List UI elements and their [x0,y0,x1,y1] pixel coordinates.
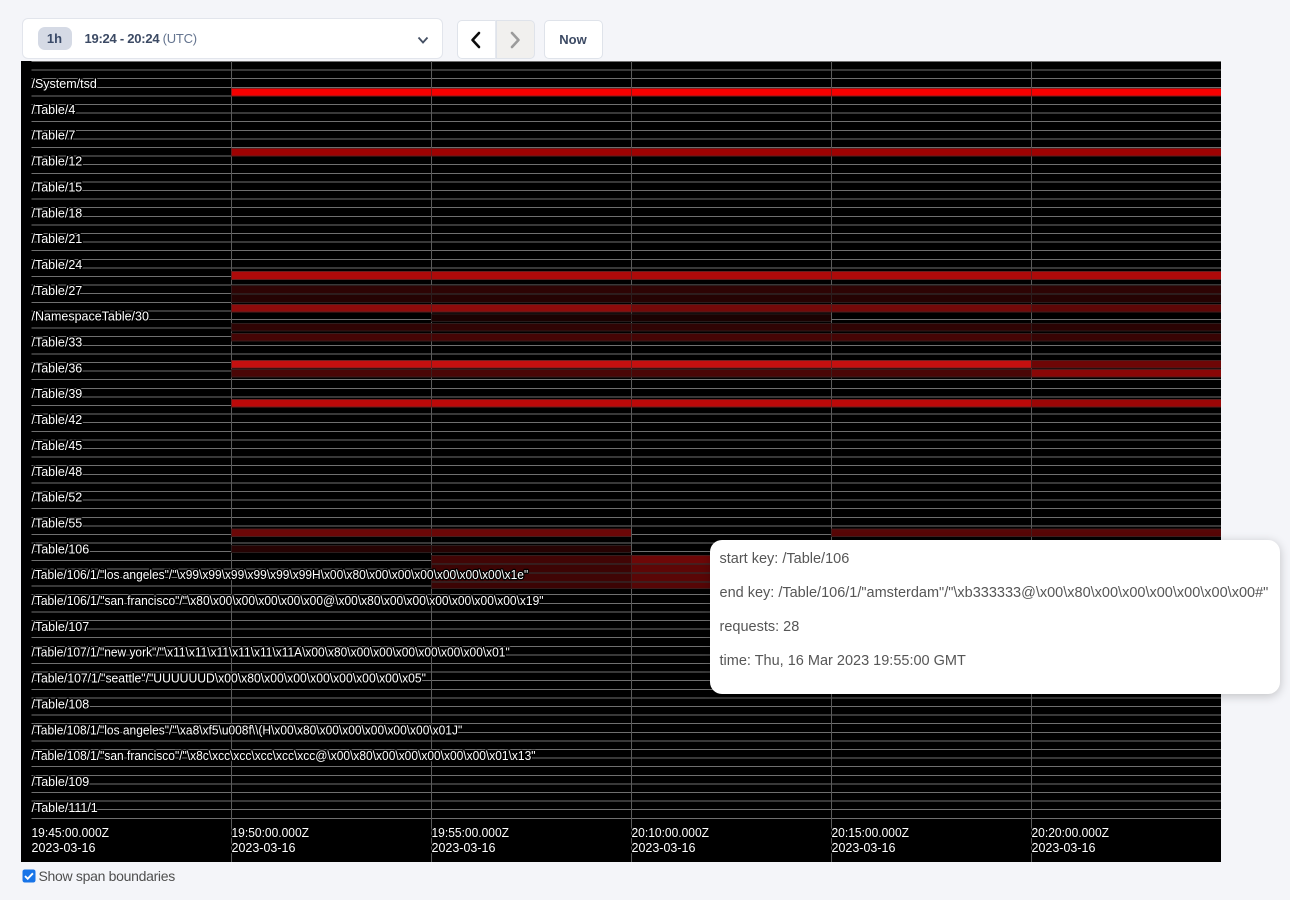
svg-text:19:45:00.000Z: 19:45:00.000Z [32,826,110,840]
svg-text:/Table/48: /Table/48 [32,464,83,478]
svg-text:2023-03-16: 2023-03-16 [832,841,896,855]
svg-text:/Table/107/1/"seattle"/"UUUUUU: /Table/107/1/"seattle"/"UUUUUUD\x00\x80\… [32,671,427,685]
svg-text:/NamespaceTable/30: /NamespaceTable/30 [32,309,149,323]
svg-text:2023-03-16: 2023-03-16 [632,841,696,855]
svg-text:2023-03-16: 2023-03-16 [32,841,96,855]
svg-text:/Table/106/1/"los angeles"/"\x: /Table/106/1/"los angeles"/"\x99\x99\x99… [32,568,529,582]
svg-text:/Table/24: /Table/24 [32,257,83,271]
svg-text:2023-03-16: 2023-03-16 [1032,841,1096,855]
svg-text:19:50:00.000Z: 19:50:00.000Z [232,826,310,840]
svg-text:/Table/108/1/"los angeles"/"\x: /Table/108/1/"los angeles"/"\xa8\xf5\u00… [32,723,463,737]
svg-text:/Table/111/1: /Table/111/1 [32,800,98,814]
svg-text:/Table/45: /Table/45 [32,438,83,452]
svg-text:/Table/55: /Table/55 [32,516,83,530]
svg-text:/Table/108/1/"san francisco"/": /Table/108/1/"san francisco"/"\x8c\xcc\x… [32,749,536,763]
svg-text:/Table/27: /Table/27 [32,283,83,297]
svg-text:/Table/18: /Table/18 [32,206,83,220]
svg-text:/Table/36: /Table/36 [32,361,83,375]
svg-text:/Table/107: /Table/107 [32,619,90,633]
svg-text:20:10:00.000Z: 20:10:00.000Z [632,826,710,840]
svg-text:/Table/109: /Table/109 [32,774,90,788]
svg-text:/Table/33: /Table/33 [32,335,83,349]
svg-text:/Table/108: /Table/108 [32,697,90,711]
svg-text:19:55:00.000Z: 19:55:00.000Z [432,826,510,840]
svg-text:/Table/39: /Table/39 [32,387,83,401]
svg-text:/Table/21: /Table/21 [32,232,83,246]
svg-text:/Table/12: /Table/12 [32,154,83,168]
svg-text:20:20:00.000Z: 20:20:00.000Z [1032,826,1110,840]
svg-text:/Table/52: /Table/52 [32,490,83,504]
svg-text:/Table/4: /Table/4 [32,102,76,116]
svg-text:/Table/106: /Table/106 [32,542,90,556]
svg-text:/Table/15: /Table/15 [32,180,83,194]
svg-text:/System/tsd: /System/tsd [32,77,97,91]
svg-text:2023-03-16: 2023-03-16 [232,841,296,855]
svg-text:/Table/7: /Table/7 [32,128,76,142]
svg-text:/Table/107/1/"new york"/"\x11\: /Table/107/1/"new york"/"\x11\x11\x11\x1… [32,645,510,659]
svg-text:2023-03-16: 2023-03-16 [432,841,496,855]
svg-text:/Table/106/1/"san francisco"/": /Table/106/1/"san francisco"/"\x80\x00\x… [32,594,544,608]
svg-text:/Table/42: /Table/42 [32,413,83,427]
svg-text:20:15:00.000Z: 20:15:00.000Z [832,826,910,840]
